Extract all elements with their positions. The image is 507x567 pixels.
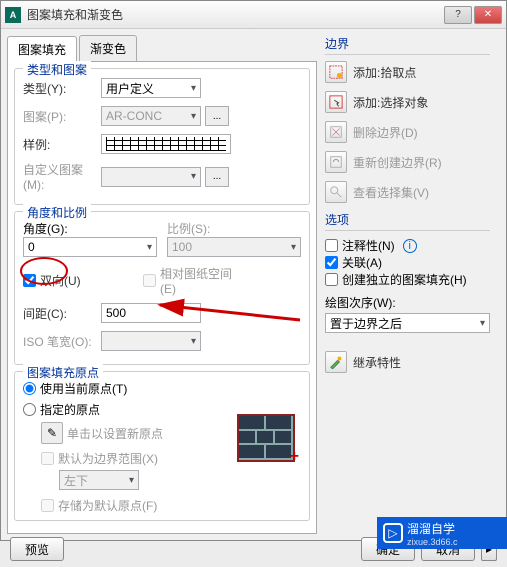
watermark-name: 溜溜自学 [407, 520, 458, 537]
pattern-browse-button[interactable]: ... [205, 106, 229, 126]
window-title: 图案填充和渐变色 [27, 6, 444, 23]
app-icon: A [5, 7, 21, 23]
click-new-origin-label: 单击以设置新原点 [67, 425, 163, 442]
group-angle-scale: 角度和比例 角度(G): 0 比例(S): 100 [14, 211, 310, 365]
recreate-boundary-icon [325, 151, 347, 173]
view-selection-icon [325, 181, 347, 203]
draworder-combo[interactable]: 置于边界之后 [325, 313, 490, 333]
add-select-label[interactable]: 添加:选择对象 [353, 94, 428, 111]
view-selection-label: 查看选择集(V) [353, 184, 429, 201]
delete-boundary-label: 删除边界(D) [353, 124, 418, 141]
associative-label: 关联(A) [342, 254, 382, 271]
group-title: 图案填充原点 [23, 364, 103, 381]
draworder-label: 绘图次序(W): [325, 296, 396, 310]
tab-gradient[interactable]: 渐变色 [79, 35, 137, 61]
group-origin: 图案填充原点 使用当前原点(T) 指定的原点 ✎ 单击以设置新原点 [14, 371, 310, 521]
specified-origin-radio[interactable] [23, 403, 36, 416]
titlebar: A 图案填充和渐变色 ? ✕ [1, 1, 506, 29]
origin-position-combo: 左下 [59, 470, 139, 490]
custom-pattern-label: 自定义图案(M): [23, 161, 101, 192]
info-icon[interactable]: i [403, 239, 417, 253]
recreate-boundary-label: 重新创建边界(R) [353, 154, 442, 171]
tab-fill[interactable]: 图案填充 [7, 36, 77, 62]
pattern-combo: AR-CONC [101, 106, 201, 126]
sample-label: 样例: [23, 136, 101, 153]
bidirectional-label: 双向(U) [40, 272, 118, 289]
sample-swatch[interactable] [101, 134, 231, 154]
iso-label: ISO 笔宽(O): [23, 333, 101, 350]
group-title: 角度和比例 [23, 204, 91, 221]
annotative-checkbox[interactable] [325, 239, 338, 252]
help-button[interactable]: ? [444, 6, 472, 24]
angle-label: 角度(G): [23, 222, 68, 236]
specified-origin-label: 指定的原点 [40, 401, 100, 418]
independent-checkbox[interactable] [325, 273, 338, 286]
store-default-checkbox [41, 499, 54, 512]
scale-label: 比例(S): [167, 222, 210, 236]
iso-combo [101, 331, 201, 351]
annotative-label: 注释性(N) [342, 237, 395, 254]
options-title: 选项 [325, 211, 490, 231]
group-title: 类型和图案 [23, 61, 91, 78]
add-select-icon[interactable] [325, 91, 347, 113]
spacing-input[interactable] [101, 303, 201, 323]
type-label: 类型(Y): [23, 80, 101, 97]
boundary-title: 边界 [325, 35, 490, 55]
scale-combo: 100 [167, 237, 301, 257]
associative-checkbox[interactable] [325, 256, 338, 269]
play-icon: ▷ [383, 523, 403, 543]
paperspace-checkbox [143, 274, 156, 287]
custom-pattern-combo [101, 167, 201, 187]
add-pick-label[interactable]: 添加:拾取点 [353, 64, 416, 81]
pattern-label: 图案(P): [23, 108, 101, 125]
origin-preview-tile: + [237, 414, 295, 462]
add-pick-icon[interactable] [325, 61, 347, 83]
default-extents-checkbox [41, 452, 54, 465]
delete-boundary-icon [325, 121, 347, 143]
paperspace-label: 相对图纸空间(E) [160, 265, 238, 296]
watermark-url: zixue.3d66.c [407, 537, 458, 547]
angle-combo[interactable]: 0 [23, 237, 157, 257]
set-origin-icon: ✎ [41, 422, 63, 444]
use-current-origin-radio[interactable] [23, 382, 36, 395]
close-button[interactable]: ✕ [474, 6, 502, 24]
use-current-origin-label: 使用当前原点(T) [40, 380, 127, 397]
independent-label: 创建独立的图案填充(H) [342, 271, 467, 288]
store-default-label: 存储为默认原点(F) [58, 497, 157, 514]
bidirectional-checkbox[interactable] [23, 274, 36, 287]
spacing-label: 间距(C): [23, 305, 101, 322]
type-combo[interactable]: 用户定义 [101, 78, 201, 98]
inherit-label[interactable]: 继承特性 [353, 354, 401, 371]
group-type-pattern: 类型和图案 类型(Y): 用户定义 图案(P): AR-CONC ... 样例: [14, 68, 310, 205]
tab-strip: 图案填充 渐变色 [7, 35, 317, 62]
preview-button[interactable]: 预览 [10, 537, 64, 561]
custom-browse-button: ... [205, 167, 229, 187]
inherit-icon[interactable] [325, 351, 347, 373]
default-extents-label: 默认为边界范围(X) [58, 450, 158, 467]
watermark: ▷ 溜溜自学 zixue.3d66.c [377, 517, 507, 549]
